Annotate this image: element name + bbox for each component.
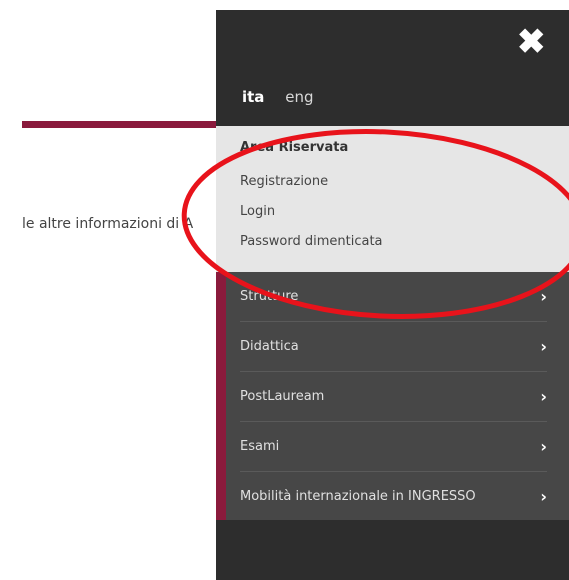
area-riservata-panel: Area Riservata Registrazione Login Passw…: [216, 126, 569, 272]
password-dimenticata-link[interactable]: Password dimenticata: [240, 234, 383, 249]
main-menu: Strutture › Didattica › PostLauream › Es…: [216, 272, 569, 520]
language-switcher: ita eng: [242, 88, 329, 106]
menu-item-didattica[interactable]: Didattica ›: [240, 322, 547, 372]
menu-item-mobilita[interactable]: Mobilità internazionale in INGRESSO ›: [240, 472, 547, 522]
menu-item-postlauream[interactable]: PostLauream ›: [240, 372, 547, 422]
page-body-text: le altre informazioni di A: [22, 216, 194, 232]
lang-eng[interactable]: eng: [285, 88, 313, 106]
chevron-right-icon: ›: [540, 487, 547, 506]
login-link[interactable]: Login: [240, 204, 275, 219]
side-drawer: ✖ ita eng Area Riservata Registrazione L…: [216, 10, 569, 580]
chevron-right-icon: ›: [540, 287, 547, 306]
area-riservata-title: Area Riservata: [240, 140, 349, 155]
chevron-right-icon: ›: [540, 337, 547, 356]
chevron-right-icon: ›: [540, 387, 547, 406]
menu-item-strutture[interactable]: Strutture ›: [240, 272, 547, 322]
page-accent-rule: [22, 121, 242, 128]
lang-ita[interactable]: ita: [242, 88, 264, 106]
menu-item-esami[interactable]: Esami ›: [240, 422, 547, 472]
chevron-right-icon: ›: [540, 437, 547, 456]
close-icon[interactable]: ✖: [517, 25, 546, 59]
registrazione-link[interactable]: Registrazione: [240, 174, 328, 189]
